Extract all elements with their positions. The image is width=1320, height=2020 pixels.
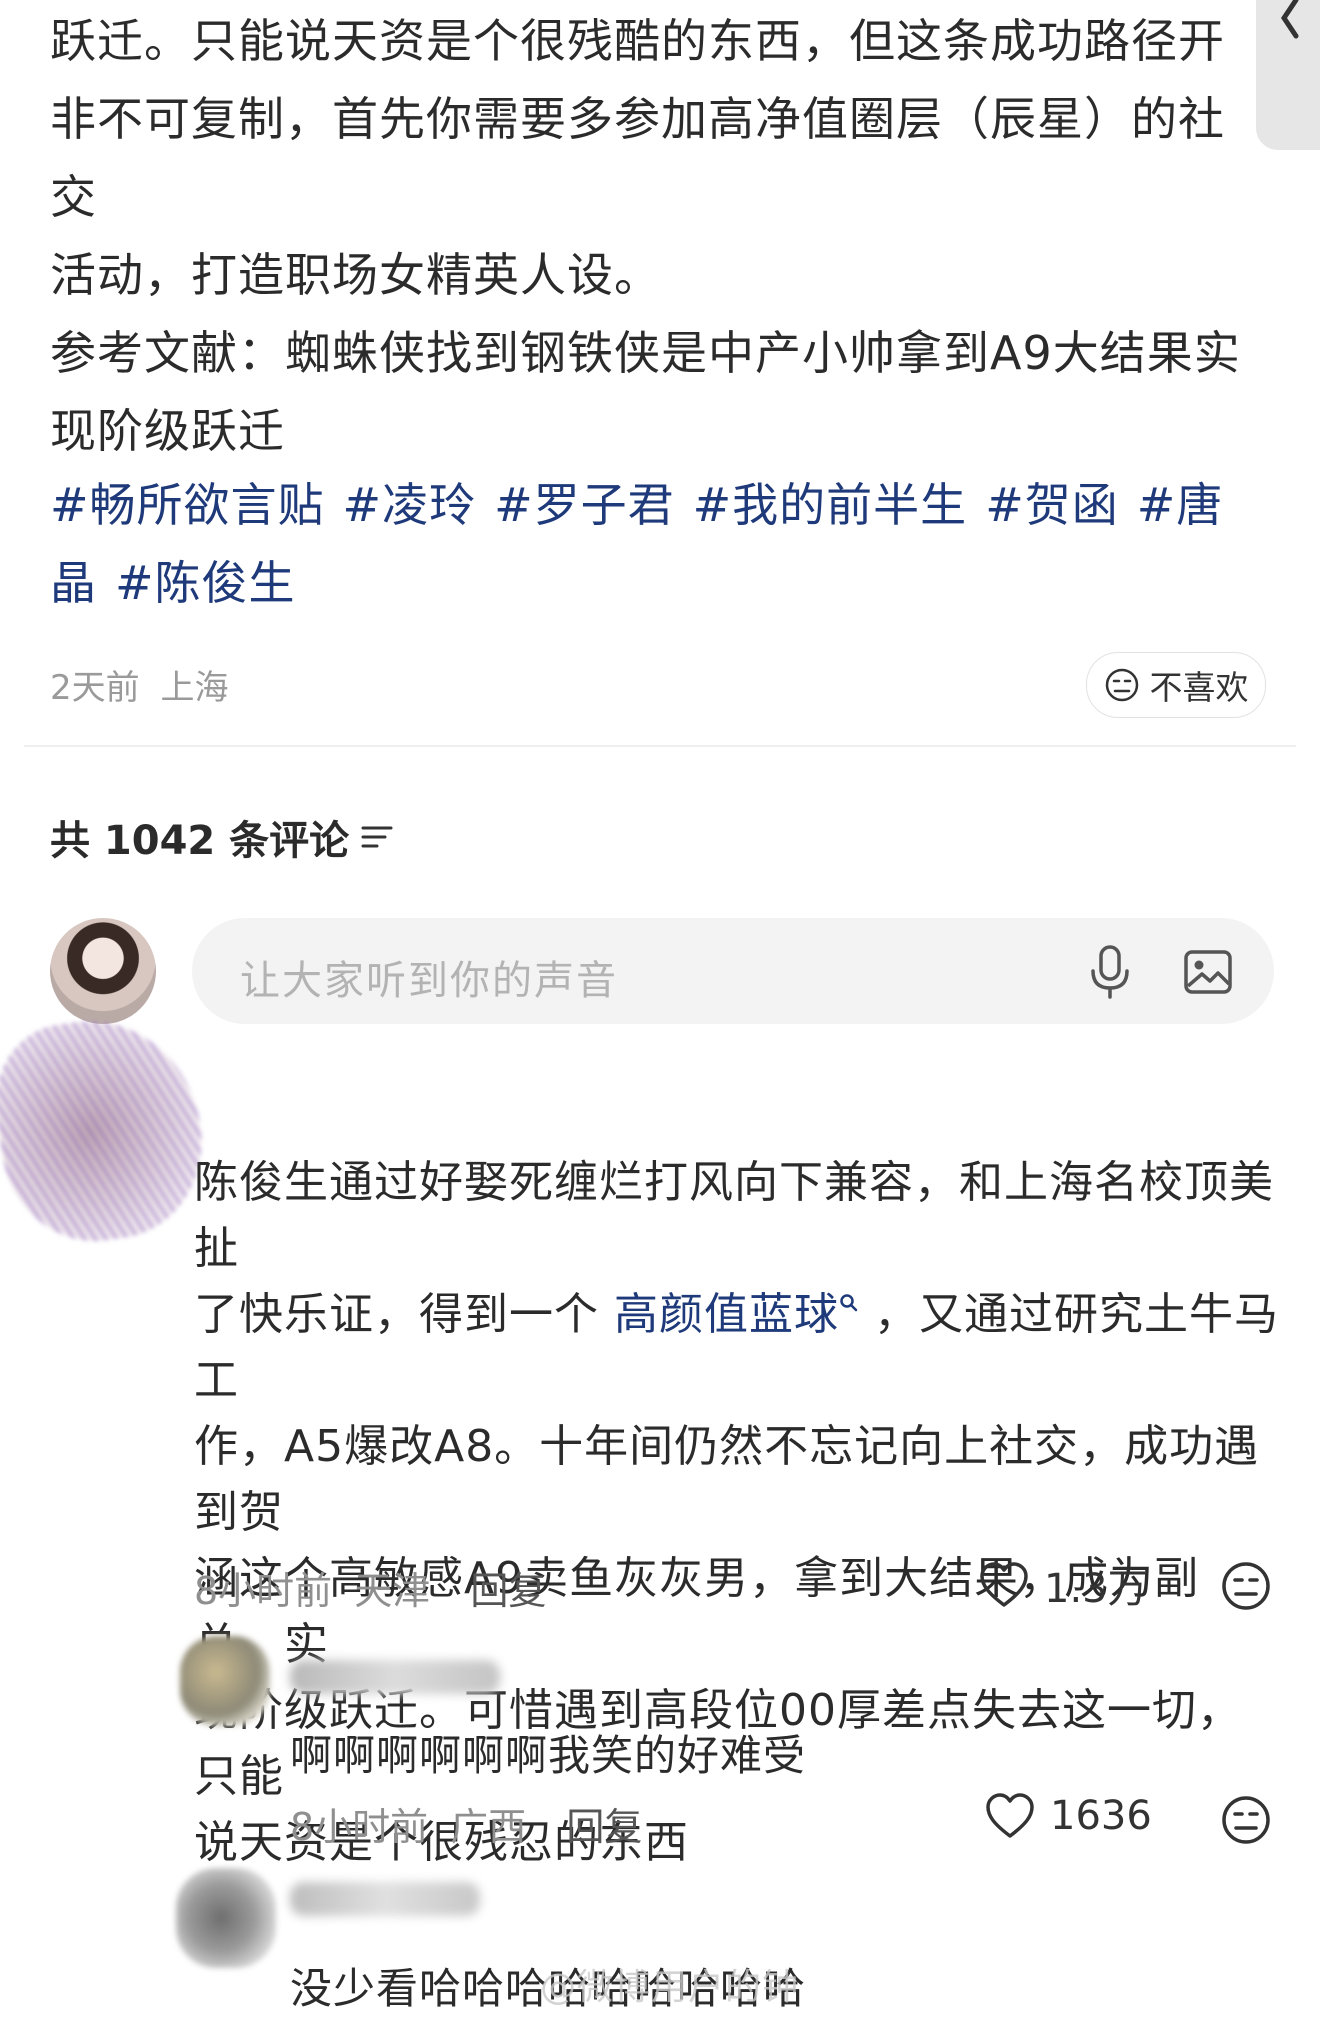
sort-icon [361,826,393,848]
post-time: 2天前 [50,668,140,708]
unhappy-face-icon [1105,668,1138,702]
hashtag-link[interactable]: #陈俊生 [115,556,296,610]
hashtag-link[interactable]: #畅所欲言贴 [50,478,325,532]
post-body: 跃迁。只能说天资是个很残酷的东西，但这条成功路径开 非不可复制，首先你需要多参加… [50,2,1270,314]
microphone-icon[interactable] [1086,944,1134,1000]
reply-time: 8小时前 [290,1805,429,1849]
hashtag-link[interactable]: #罗子君 [494,478,675,532]
reply-username-redacted[interactable] [290,1660,500,1694]
comment-meta: 8小时前 天津 回复 [194,1560,546,1615]
comment-input[interactable]: 让大家听到你的声音 [192,918,1274,1024]
comment-count-label: 共 1042 条评论 [50,818,350,864]
heart-icon [986,1793,1034,1838]
chevron-left-icon [1280,0,1299,39]
topic-link[interactable]: 高颜值蓝球 [614,1289,859,1340]
reply-meta: 8小时前 广西 回复 [290,1796,642,1851]
reply-avatar-redacted[interactable] [176,1868,276,1968]
divider [24,745,1296,747]
like-count: 1636 [1050,1793,1152,1839]
like-count: 1.3万 [1044,1566,1148,1612]
hashtag-link[interactable]: #我的前半生 [693,478,968,532]
watermark: @微博用户的钟 [540,1967,800,2008]
hashtag-link[interactable]: #凌玲 [343,478,477,532]
reply-body: 啊啊啊啊啊啊我笑的好难受 [290,1731,807,1780]
post-location: 上海 [160,668,229,708]
heart-icon [980,1562,1028,1607]
topic-link-label: 高颜值蓝球 [614,1289,839,1340]
reference-line: 参考文献：蜘蛛侠找到钢铁侠是中产小帅拿到A9大结果实 [50,326,1241,380]
comment-count-header[interactable]: 共 1042 条评论 [50,808,395,866]
avatar[interactable] [50,918,156,1024]
dislike-button[interactable]: 不喜欢 [1086,652,1266,718]
search-icon [840,1294,858,1312]
comment-line: 作，A5爆改A8。十年间仍然不忘记向上社交，成功遇到贺 [194,1421,1260,1538]
post-meta: 2天前 上海 [50,660,228,709]
post-line: 跃迁。只能说天资是个很残酷的东西，但这条成功路径开 [50,14,1225,68]
hashtag-link[interactable]: #贺函 [985,478,1119,532]
reply-username-redacted[interactable] [290,1882,480,1916]
like-button[interactable]: 1636 [984,1792,1152,1840]
unhappy-face-icon[interactable] [1220,1794,1272,1846]
comment-location: 天津 [354,1569,431,1613]
like-button[interactable]: 1.3万 [978,1556,1148,1614]
reply-avatar-redacted[interactable] [180,1636,270,1726]
reference-line: 现阶级跃迁 [50,404,285,458]
comment-time: 8小时前 [194,1569,333,1613]
comment-input-placeholder: 让大家听到你的声音 [240,958,618,1004]
comment-line-prefix: 了快乐证，得到一个 [194,1289,599,1340]
post-line: 非不可复制，首先你需要多参加高净值圈层（辰星）的社交 [50,92,1225,224]
hashtag-list: #畅所欲言贴 #凌玲 #罗子君 #我的前半生 #贺函 #唐晶 #陈俊生 [50,466,1280,622]
reply-button[interactable]: 回复 [470,1569,546,1613]
commenter-avatar-redacted[interactable] [0,1007,215,1253]
reply-location: 广西 [450,1805,527,1849]
comment-line: 陈俊生通过好娶死缠烂打风向下兼容，和上海名校顶美扯 [194,1157,1274,1274]
post-references: 参考文献：蜘蛛侠找到钢铁侠是中产小帅拿到A9大结果实 现阶级跃迁 [50,314,1270,470]
image-icon[interactable] [1182,946,1234,998]
unhappy-face-icon[interactable] [1220,1560,1272,1612]
reply-button[interactable]: 回复 [566,1805,642,1849]
comment-line: 了快乐证，得到一个 高颜值蓝球 ，又通过研究土牛马工 [194,1282,1284,1414]
dislike-label: 不喜欢 [1149,668,1249,707]
post-line: 活动，打造职场女精英人设。 [50,248,661,302]
